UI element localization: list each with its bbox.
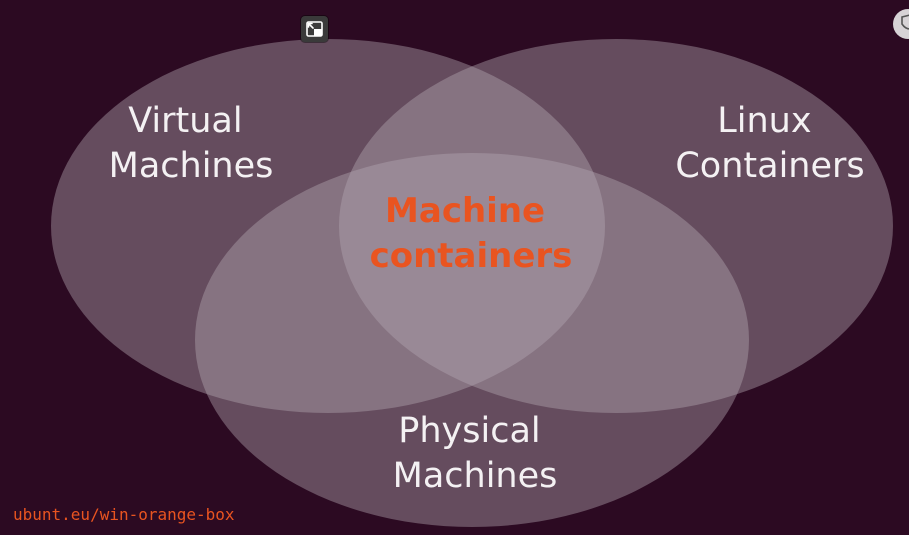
physical-machines-line-2: Machines [393,456,558,496]
footer-url[interactable]: ubunt.eu/win-orange-box [13,505,235,524]
venn-diagram: Virtual Machines Linux Containers Physic… [51,39,893,527]
virtual-machines-line-1: Virtual [128,101,242,141]
machine-containers-line-1: Machine [385,191,545,231]
picture-in-picture-button[interactable] [301,16,328,42]
linux-containers-line-2: Containers [675,146,864,186]
picture-in-picture-icon [306,21,323,37]
slide: Virtual Machines Linux Containers Physic… [0,0,909,535]
physical-machines-line-1: Physical [398,411,540,451]
linux-containers-line-1: Linux [717,101,811,141]
virtual-machines-line-2: Machines [109,146,274,186]
machine-containers-line-2: containers [370,236,573,276]
corner-button[interactable] [893,9,909,39]
shield-icon [901,14,909,30]
